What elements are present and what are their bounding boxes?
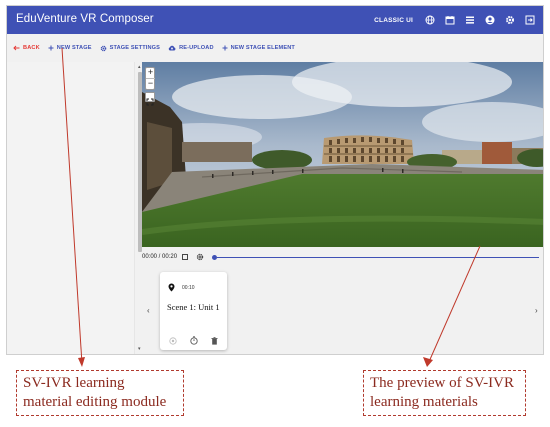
editing-module-annotation: SV-IVR learning material editing module xyxy=(16,370,184,416)
preview-annotation: The preview of SV-IVR learning materials xyxy=(363,370,526,416)
annotation-arrows xyxy=(61,47,481,367)
